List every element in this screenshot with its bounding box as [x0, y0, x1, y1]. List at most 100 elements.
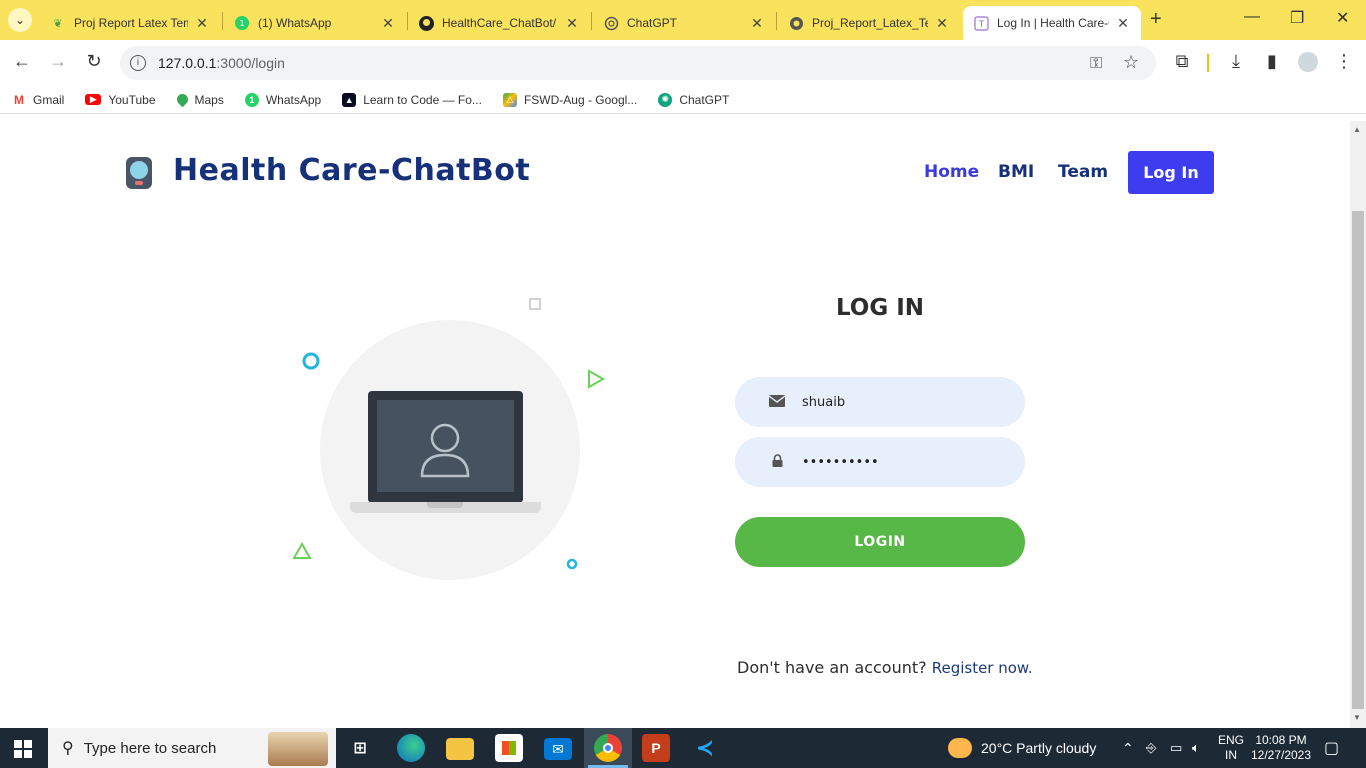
chatbot-logo-icon[interactable]: [126, 157, 152, 189]
windows-start-icon[interactable]: [14, 740, 32, 758]
reload-icon[interactable]: ↻: [82, 51, 106, 72]
mail-icon[interactable]: ✉: [544, 738, 572, 760]
extensions-puzzle-icon[interactable]: ⧉: [1170, 51, 1194, 72]
close-window-icon[interactable]: ✕: [1336, 8, 1349, 28]
nav-bmi-link[interactable]: BMI: [998, 162, 1034, 182]
tab-title: Proj Report Latex Tem: [74, 16, 188, 30]
side-panel-icon[interactable]: ▮: [1260, 51, 1284, 72]
notifications-icon[interactable]: ▢: [1324, 728, 1339, 768]
tab-github[interactable]: HealthCare_ChatBot/ ✕: [408, 6, 590, 40]
address-bar[interactable]: i 127.0.0.1:3000/login ⚿ ☆: [120, 46, 1156, 80]
forward-arrow-icon[interactable]: →: [46, 51, 70, 72]
password-field[interactable]: [735, 437, 1025, 487]
bookmark-star-icon[interactable]: ☆: [1123, 52, 1139, 73]
task-view-icon[interactable]: ⊞: [346, 734, 374, 762]
play-triangle-deco-icon: [588, 369, 606, 389]
url-path: :3000/login: [216, 55, 285, 71]
key-icon[interactable]: ⚿: [1090, 55, 1102, 73]
meet-icon[interactable]: ⎆: [1146, 728, 1156, 768]
powerpoint-icon[interactable]: P: [642, 734, 670, 762]
volume-icon[interactable]: 🔈︎: [1192, 728, 1200, 768]
store-icon[interactable]: [495, 734, 523, 762]
nav-login-button[interactable]: Log In: [1128, 151, 1214, 194]
lock-icon: [767, 454, 787, 470]
new-tab-plus-icon[interactable]: +: [1150, 8, 1162, 31]
vscode-icon[interactable]: ≺: [691, 734, 719, 762]
bookmark-label: Learn to Code — Fo...: [363, 92, 482, 107]
download-icon[interactable]: ⤓: [1224, 51, 1248, 72]
username-field[interactable]: [735, 377, 1025, 427]
tab-chatgpt[interactable]: ChatGPT ✕: [593, 6, 775, 40]
battery-icon[interactable]: ▭: [1170, 728, 1182, 768]
close-icon[interactable]: ✕: [1115, 15, 1131, 32]
weather-partly-cloudy-icon: [948, 738, 972, 758]
close-icon[interactable]: ✕: [194, 15, 210, 32]
taskbar-search-box[interactable]: ⚲ Type here to search: [48, 728, 336, 768]
file-explorer-icon[interactable]: [446, 738, 474, 760]
tab-login-active[interactable]: T Log In | Health Care-C ✕: [963, 6, 1141, 40]
password-input[interactable]: [802, 454, 1002, 470]
bookmark-chatgpt[interactable]: ✺ ChatGPT: [658, 92, 730, 107]
bookmark-gmail[interactable]: M Gmail: [12, 92, 65, 107]
tab-title: Log In | Health Care-C: [997, 16, 1109, 30]
browser-toolbar: ← → ↻ i 127.0.0.1:3000/login ⚿ ☆ ⧉ ⤓ ▮ ⋮: [0, 40, 1366, 86]
tab-proj-report[interactable]: ❦ Proj Report Latex Tem ✕: [40, 6, 220, 40]
tab-search-chevron-icon[interactable]: ⌄: [8, 8, 32, 32]
bookmark-whatsapp[interactable]: 1 WhatsApp: [244, 92, 322, 107]
bookmark-label: ChatGPT: [679, 92, 730, 107]
bookmark-freecodecamp[interactable]: ▲ Learn to Code — Fo...: [342, 92, 482, 107]
bookmark-drive[interactable]: △ FSWD-Aug - Googl...: [502, 92, 638, 107]
minimize-icon[interactable]: —: [1244, 8, 1260, 26]
tab-title: ChatGPT: [627, 16, 678, 30]
back-arrow-icon[interactable]: ←: [10, 51, 34, 72]
overleaf-icon: ❦: [53, 17, 63, 30]
user-icon: [420, 423, 470, 478]
edge-icon[interactable]: [397, 734, 425, 762]
chatgpt-icon: ✺: [658, 92, 673, 107]
restore-icon[interactable]: ❐: [1290, 8, 1304, 28]
profile-avatar[interactable]: [1298, 52, 1318, 72]
login-submit-button[interactable]: LOGIN: [735, 517, 1025, 567]
bookmark-maps[interactable]: Maps: [174, 91, 224, 108]
language-indicator[interactable]: ENG IN: [1218, 728, 1244, 768]
scroll-up-icon[interactable]: ▲: [1353, 125, 1361, 134]
laptop-notch: [427, 502, 463, 508]
page-scrollbar[interactable]: ▲ ▼: [1350, 121, 1366, 728]
close-icon[interactable]: ✕: [380, 15, 396, 32]
bookmark-youtube[interactable]: ▶ YouTube: [85, 92, 156, 107]
close-icon[interactable]: ✕: [934, 15, 950, 32]
clock-time: 10:08 PM: [1255, 733, 1307, 747]
lang-bottom: IN: [1225, 748, 1237, 762]
nav-home-link[interactable]: Home: [924, 162, 979, 182]
close-icon[interactable]: ✕: [749, 15, 765, 32]
close-icon[interactable]: ✕: [564, 15, 580, 32]
tab-title: Proj_Report_Latex_Te: [812, 16, 928, 30]
bookmark-label: FSWD-Aug - Googl...: [523, 92, 638, 107]
username-input[interactable]: [802, 394, 1002, 410]
nav-team-link[interactable]: Team: [1058, 162, 1108, 182]
url-text: 127.0.0.1:3000/login: [158, 55, 285, 71]
tab-whatsapp[interactable]: 1 (1) WhatsApp ✕: [224, 6, 406, 40]
envelope-icon: [767, 394, 787, 410]
clock[interactable]: 10:08 PM 12/27/2023: [1250, 728, 1312, 768]
brand-title[interactable]: Health Care-ChatBot: [173, 153, 530, 188]
no-account-text: Don't have an account?: [737, 658, 927, 677]
site-info-icon[interactable]: i: [130, 55, 146, 71]
scroll-thumb[interactable]: [1352, 211, 1364, 709]
weather-widget[interactable]: 20°C Partly cloudy: [948, 728, 1096, 768]
scroll-down-icon[interactable]: ▼: [1353, 713, 1361, 722]
maps-icon: [174, 91, 190, 108]
menu-kebab-icon[interactable]: ⋮: [1332, 51, 1356, 72]
page-viewport: Health Care-ChatBot Home BMI Team Log In…: [0, 121, 1350, 728]
bookmark-label: Gmail: [33, 92, 65, 107]
bookmark-label: WhatsApp: [265, 92, 322, 107]
tray-chevron-icon[interactable]: ⌃: [1122, 728, 1134, 768]
register-link[interactable]: Register now.: [932, 659, 1033, 677]
chrome-icon[interactable]: [594, 734, 622, 762]
bookmark-label: YouTube: [108, 92, 156, 107]
tab-proj-report-latex[interactable]: Proj_Report_Latex_Te ✕: [778, 6, 960, 40]
svg-text:T: T: [977, 20, 984, 30]
small-circle-deco-icon: [566, 558, 578, 570]
whatsapp-icon: 1: [234, 15, 250, 31]
laptop-illustration: [368, 391, 523, 503]
